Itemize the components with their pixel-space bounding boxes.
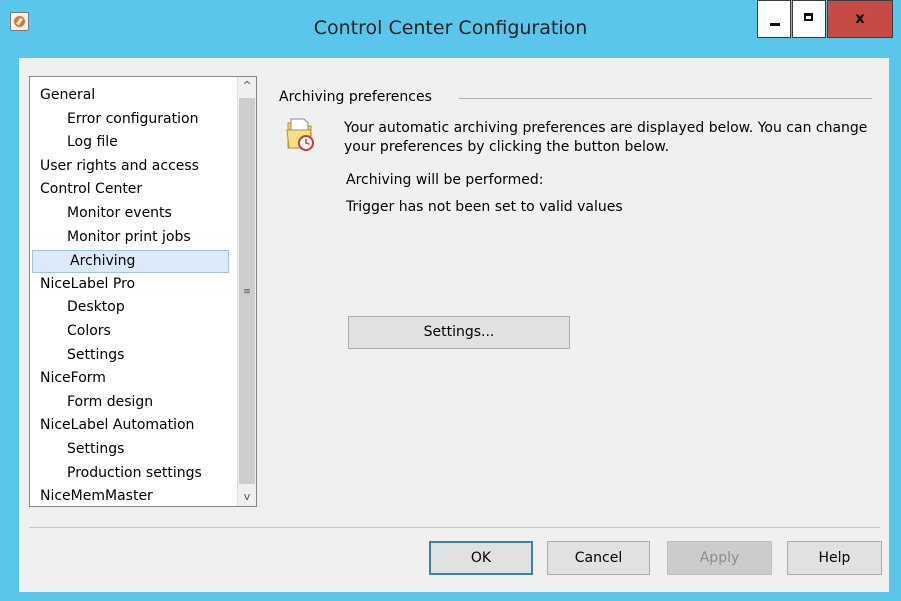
chevron-up-icon[interactable]: ^ [238,77,256,95]
dialog-client-area: General Error configuration Log file User r… [19,58,889,592]
ok-button[interactable]: OK [429,541,533,575]
tree-item[interactable]: NiceLabel Pro [30,274,240,297]
tree-item[interactable]: Archiving [32,250,229,274]
tree-item[interactable]: Error configuration [30,109,240,132]
tree-item[interactable]: Desktop [30,297,240,320]
chevron-down-icon[interactable]: v [238,488,256,506]
close-button[interactable]: x [827,0,893,38]
tree-item[interactable]: NiceMemMaster [30,486,240,506]
group-title: Archiving preferences [279,89,438,105]
tree-item[interactable]: Monitor events [30,203,240,226]
minimize-button[interactable] [757,0,791,38]
tree-item[interactable]: Settings [30,439,240,462]
tree-item[interactable]: NiceLabel Automation [30,415,240,438]
footer-separator [29,527,880,528]
title-bar[interactable]: Control Center Configuration x [0,0,901,58]
tree-item[interactable]: Colors [30,321,240,344]
apply-button[interactable]: Apply [667,541,772,575]
tree-item[interactable]: Form design [30,392,240,415]
tree-item[interactable]: General [30,85,240,108]
maximize-button[interactable] [792,0,826,38]
description-text: Your automatic archiving preferences are… [344,120,868,155]
dialog-window: Control Center Configuration x General Er… [0,0,901,601]
tree-item[interactable]: Control Center [30,179,240,202]
scroll-thumb[interactable]: ≡ [239,98,255,484]
tree-item[interactable]: Production settings [30,463,240,486]
minimize-icon [770,23,780,26]
settings-tree[interactable]: General Error configuration Log file User r… [29,76,257,507]
status-heading: Archiving will be performed: [346,172,544,188]
tree-item[interactable]: Settings [30,345,240,368]
cancel-button[interactable]: Cancel [547,541,650,575]
tree-scrollbar[interactable]: ^ ≡ v [237,77,256,506]
tree-item[interactable]: NiceForm [30,368,240,391]
settings-button[interactable]: Settings... [348,316,570,349]
tree-item[interactable]: User rights and access [30,156,240,179]
maximize-icon [804,13,813,21]
folder-clock-icon [286,118,314,151]
grip-icon: ≡ [243,287,251,297]
tree-item[interactable]: Monitor print jobs [30,227,240,250]
group-divider [459,98,872,99]
help-button[interactable]: Help [787,541,882,575]
tree-item[interactable]: Log file [30,132,240,155]
status-value: Trigger has not been set to valid values [346,199,623,215]
